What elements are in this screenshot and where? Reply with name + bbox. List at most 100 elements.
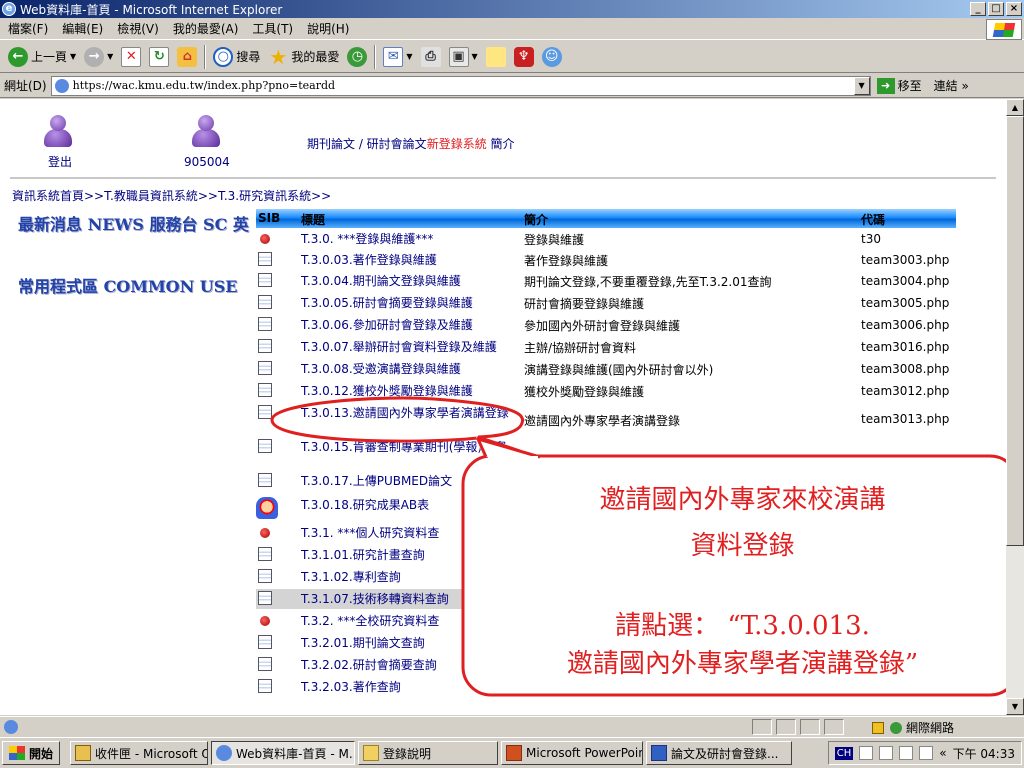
- edit-button[interactable]: ▣ ▼: [445, 43, 482, 71]
- devil-button[interactable]: ♆: [510, 43, 538, 71]
- dropdown-arrow-icon: ▼: [107, 52, 114, 61]
- note-icon: [485, 46, 506, 67]
- address-bar: 網址(D) https://wac.kmu.edu.tw/index.php?p…: [0, 74, 1024, 98]
- refresh-icon: ↻: [149, 46, 170, 67]
- windows-logo-icon: [9, 746, 25, 760]
- scroll-thumb[interactable]: [1006, 116, 1024, 546]
- close-button[interactable]: ×: [1006, 2, 1022, 16]
- system-tray: CH « 下午 04:33: [827, 741, 1022, 765]
- page-content: 登出 905004 期刊論文 / 研討會論文新登錄系統 簡介 資訊系統首頁>>T…: [0, 99, 1006, 715]
- ime-icon[interactable]: [859, 746, 874, 760]
- callout-pointer: [476, 437, 541, 459]
- folder-icon: [363, 745, 380, 761]
- status-pane: [752, 719, 772, 735]
- tray-collapse-button[interactable]: «: [939, 746, 946, 760]
- ie-icon: [216, 745, 233, 761]
- globe-icon: [890, 721, 902, 734]
- go-label: 移至: [897, 79, 922, 93]
- status-pane: [800, 719, 820, 735]
- task-label: 收件匣 - Microsoft O...: [95, 746, 207, 761]
- start-button[interactable]: 開始: [2, 741, 61, 765]
- tray-icon[interactable]: [919, 746, 934, 760]
- menu-favorites[interactable]: 我的最愛(A): [173, 20, 239, 37]
- notes-button[interactable]: [482, 43, 510, 71]
- address-url: https://wac.kmu.edu.tw/index.php?pno=tea…: [72, 79, 336, 92]
- task-ie[interactable]: Web資料庫-首頁 - M...: [211, 741, 356, 765]
- messenger-button[interactable]: ☺: [538, 43, 566, 71]
- forward-button[interactable]: → ▼: [80, 43, 117, 71]
- search-button[interactable]: ○ 搜尋: [209, 43, 264, 71]
- word-icon: [651, 745, 668, 761]
- toolbar: ← 上一頁 ▼ → ▼ ✕ ↻ ⌂ ○ 搜尋 ★ 我的最愛 ◷ ✉ ▼ ⎙ ▣ …: [0, 41, 1024, 73]
- menu-file[interactable]: 檔案(F): [8, 20, 48, 37]
- clock: 下午 04:33: [952, 746, 1015, 761]
- start-label: 開始: [29, 746, 54, 761]
- devil-icon: ♆: [513, 46, 534, 67]
- security-zone: 網際網路: [872, 719, 954, 736]
- forward-arrow-icon: →: [84, 46, 105, 67]
- status-bar: 網際網路: [0, 716, 1024, 736]
- search-icon: ○: [213, 46, 234, 67]
- dropdown-arrow-icon: ▼: [471, 52, 478, 61]
- home-button[interactable]: ⌂: [173, 43, 201, 71]
- title-bar: e Web資料庫-首頁 - Microsoft Internet Explore…: [0, 0, 1024, 18]
- scroll-down-button[interactable]: ▼: [1006, 698, 1024, 715]
- address-dropdown-button[interactable]: ▼: [853, 76, 870, 95]
- toolbar-separator: [374, 44, 377, 69]
- input-lang-indicator[interactable]: CH: [834, 746, 854, 760]
- minimize-button[interactable]: _: [970, 2, 986, 16]
- menu-edit[interactable]: 編輯(E): [62, 20, 103, 37]
- window-controls: _ □ ×: [970, 2, 1022, 16]
- menu-bar: 檔案(F) 編輯(E) 檢視(V) 我的最愛(A) 工具(T) 說明(H): [0, 18, 1024, 40]
- edit-icon: ▣: [448, 46, 469, 67]
- task-folder[interactable]: 登錄說明: [358, 741, 499, 765]
- status-pane: [776, 719, 796, 735]
- callout-line2: 資料登錄: [690, 531, 795, 561]
- printer-icon: ⎙: [420, 46, 441, 67]
- maximize-button[interactable]: □: [988, 2, 1004, 16]
- toolbar-separator: [204, 44, 207, 69]
- scroll-up-button[interactable]: ▲: [1006, 99, 1024, 116]
- menu-view[interactable]: 檢視(V): [117, 20, 159, 37]
- go-button[interactable]: ➜ 移至: [876, 77, 922, 94]
- favorites-button[interactable]: ★ 我的最愛: [264, 43, 343, 71]
- task-label: Microsoft PowerPoint ...: [526, 746, 642, 760]
- favorites-label: 我的最愛: [291, 50, 340, 64]
- ime-mode-icon[interactable]: [879, 746, 894, 760]
- home-icon: ⌂: [177, 46, 198, 67]
- tray-icon[interactable]: [899, 746, 914, 760]
- stop-icon: ✕: [121, 46, 142, 67]
- taskbar: 開始 收件匣 - Microsoft O... Web資料庫-首頁 - M...…: [0, 737, 1024, 768]
- task-label: 登錄說明: [383, 746, 432, 761]
- callout-line4: 邀請國內外專家學者演講登錄”: [566, 649, 919, 679]
- history-button[interactable]: ◷: [343, 43, 371, 71]
- links-button[interactable]: 連結 »: [934, 77, 969, 94]
- stop-button[interactable]: ✕: [117, 43, 145, 71]
- back-arrow-icon: ←: [8, 46, 28, 67]
- back-button[interactable]: ← 上一頁 ▼: [4, 43, 80, 71]
- callout-line3: 請點選： “T.3.0.013.: [615, 611, 870, 641]
- address-label: 網址(D): [4, 79, 47, 93]
- dropdown-arrow-icon: ▼: [70, 52, 77, 61]
- search-label: 搜尋: [236, 50, 261, 64]
- address-input[interactable]: https://wac.kmu.edu.tw/index.php?pno=tea…: [50, 75, 871, 96]
- page-icon: [54, 78, 69, 93]
- callout-line1: 邀請國內外專家來校演講: [599, 485, 886, 515]
- mail-icon: ✉: [383, 46, 404, 67]
- vertical-scrollbar[interactable]: ▲ ▼: [1006, 99, 1024, 715]
- mail-button[interactable]: ✉ ▼: [379, 43, 416, 71]
- window-title: Web資料庫-首頁 - Microsoft Internet Explorer: [20, 2, 283, 17]
- print-button[interactable]: ⎙: [417, 43, 445, 71]
- refresh-button[interactable]: ↻: [145, 43, 173, 71]
- task-label: Web資料庫-首頁 - M...: [236, 746, 356, 761]
- task-label: 論文及研討會登錄...: [671, 746, 779, 761]
- messenger-icon: ☺: [541, 46, 562, 67]
- task-powerpoint[interactable]: Microsoft PowerPoint ...: [501, 741, 644, 765]
- menu-tools[interactable]: 工具(T): [252, 20, 293, 37]
- task-outlook[interactable]: 收件匣 - Microsoft O...: [70, 741, 209, 765]
- menu-help[interactable]: 說明(H): [307, 20, 349, 37]
- task-word[interactable]: 論文及研討會登錄...: [646, 741, 793, 765]
- status-pane: [824, 719, 844, 735]
- powerpoint-icon: [506, 745, 523, 761]
- ie-logo-icon: e: [2, 2, 16, 16]
